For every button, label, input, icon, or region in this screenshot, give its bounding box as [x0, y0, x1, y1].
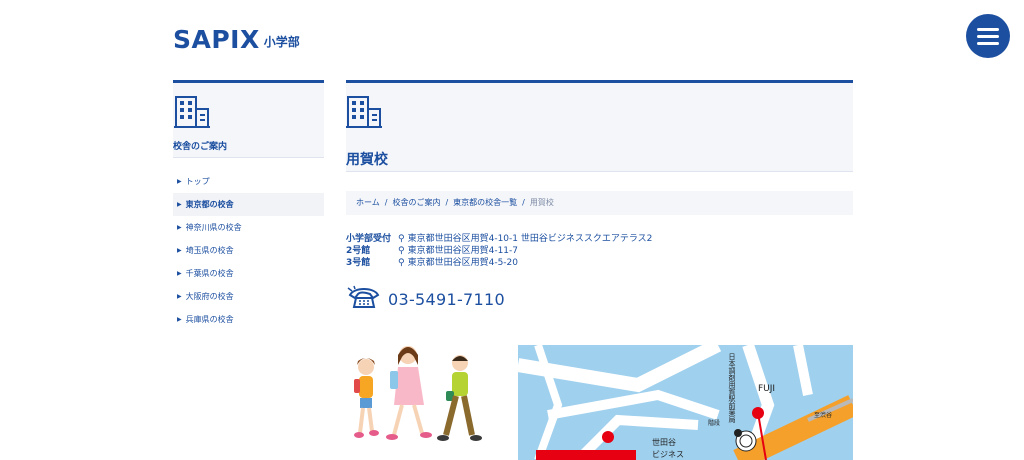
breadcrumb-schools[interactable]: 校舎のご案内	[392, 191, 440, 215]
sidebar-item-kanagawa[interactable]: ▶ 神奈川県の校舎	[173, 216, 324, 239]
map-pin-icon: ⚲	[398, 258, 405, 268]
building-icon	[346, 96, 382, 128]
sidebar-item-label: トップ	[185, 177, 210, 186]
map-label-shibuya: 至渋谷	[814, 411, 832, 419]
address-value: 東京都世田谷区用賀4-5-20	[407, 258, 518, 268]
address-label: 小学部受付	[346, 234, 392, 244]
triangle-right-icon: ▶	[177, 270, 182, 277]
address-label: 2号館	[346, 246, 371, 256]
phone-contact[interactable]: 03-5491-7110	[346, 285, 853, 313]
map-label-building-2: ビジネス	[652, 450, 684, 459]
menu-line	[977, 34, 999, 38]
address-row: 小学部受付 ⚲ 東京都世田谷区用賀4-10-1 世田谷ビジネススクエアテラス2	[346, 233, 853, 245]
triangle-right-icon: ▶	[177, 247, 182, 254]
main-header: 用賀校	[346, 80, 853, 172]
sidebar-item-label: 埼玉県の校舎	[185, 246, 234, 255]
triangle-right-icon: ▶	[177, 293, 182, 300]
sidebar-nav: ▶ トップ ▶ 東京都の校舎 ▶ 神奈川県の校舎 ▶ 埼玉県の校舎 ▶ 千葉県の校舎 ▶ 大…	[173, 170, 324, 331]
address-label: 3号館	[346, 258, 371, 268]
breadcrumb-tokyo-list[interactable]: 東京都の校舎一覧	[453, 191, 517, 215]
children-walking-illustration	[354, 346, 482, 441]
breadcrumb-separator: /	[445, 198, 449, 207]
logo-mark: SAPIX	[173, 25, 260, 54]
triangle-right-icon: ▶	[177, 178, 182, 185]
triangle-right-icon: ▶	[177, 316, 182, 323]
telephone-icon	[347, 285, 380, 308]
sapix-logo[interactable]: SAPIX 小学部	[173, 26, 300, 54]
sidebar-item-label: 兵庫県の校舎	[185, 315, 234, 324]
map-label-building: 世田谷	[652, 437, 676, 447]
breadcrumb: ホーム / 校舎のご案内 / 東京都の校舎一覧 / 用賀校	[346, 191, 853, 215]
map-label-fuji: FUJI	[758, 384, 775, 394]
sidebar-item-saitama[interactable]: ▶ 埼玉県の校舎	[173, 239, 324, 262]
address-row: 2号館 ⚲ 東京都世田谷区用賀4-11-7	[346, 245, 853, 257]
access-map[interactable]: 日本調剤用賀駅前薬局 FUJI 階段 至渋谷 世田谷 ビジネス	[518, 345, 853, 460]
building-icon	[174, 96, 210, 128]
menu-line	[977, 41, 999, 45]
page-title: 用賀校	[346, 152, 388, 168]
logo-subtitle: 小学部	[263, 35, 300, 49]
hamburger-menu-icon[interactable]	[966, 14, 1010, 58]
breadcrumb-separator: /	[384, 198, 388, 207]
sidebar-item-label: 東京都の校舎	[185, 200, 234, 209]
address-link[interactable]: ⚲ 東京都世田谷区用賀4-11-7	[398, 245, 518, 257]
address-value: 東京都世田谷区用賀4-11-7	[407, 246, 518, 256]
sidebar-item-label: 大阪府の校舎	[185, 292, 234, 301]
map-label-pharmacy: 日本調剤用賀駅前薬局	[728, 353, 736, 424]
sidebar-item-label: 千葉県の校舎	[185, 269, 234, 278]
sidebar: 校舎のご案内 ▶ トップ ▶ 東京都の校舎 ▶ 神奈川県の校舎 ▶ 埼玉県の校舎 ▶ 千葉…	[173, 80, 324, 331]
map-label-stairs: 階段	[708, 419, 720, 427]
sidebar-item-top[interactable]: ▶ トップ	[173, 170, 324, 193]
breadcrumb-current: 用賀校	[529, 198, 554, 207]
map-pin-icon: ⚲	[398, 246, 405, 256]
triangle-right-icon: ▶	[177, 201, 182, 208]
address-row: 3号館 ⚲ 東京都世田谷区用賀4-5-20	[346, 257, 853, 269]
address-list: 小学部受付 ⚲ 東京都世田谷区用賀4-10-1 世田谷ビジネススクエアテラス2 2…	[346, 233, 853, 269]
triangle-right-icon: ▶	[177, 224, 182, 231]
breadcrumb-separator: /	[522, 198, 525, 207]
sidebar-item-label: 神奈川県の校舎	[185, 223, 242, 232]
sidebar-item-osaka[interactable]: ▶ 大阪府の校舎	[173, 285, 324, 308]
sidebar-header: 校舎のご案内	[173, 80, 324, 158]
address-link[interactable]: ⚲ 東京都世田谷区用賀4-5-20	[398, 257, 518, 269]
phone-number: 03-5491-7110	[388, 289, 505, 309]
sidebar-item-chiba[interactable]: ▶ 千葉県の校舎	[173, 262, 324, 285]
sidebar-item-hyogo[interactable]: ▶ 兵庫県の校舎	[173, 308, 324, 331]
main-content: 用賀校 ホーム / 校舎のご案内 / 東京都の校舎一覧 / 用賀校 小学部受付 …	[346, 80, 853, 313]
map-pin-icon: ⚲	[398, 234, 405, 244]
menu-line	[977, 27, 999, 31]
sidebar-title: 校舎のご案内	[173, 142, 228, 152]
sidebar-item-tokyo[interactable]: ▶ 東京都の校舎	[173, 193, 324, 216]
breadcrumb-home[interactable]: ホーム	[356, 191, 380, 215]
map-drawing: 日本調剤用賀駅前薬局 FUJI 階段 至渋谷 世田谷 ビジネス	[518, 345, 853, 460]
address-link[interactable]: ⚲ 東京都世田谷区用賀4-10-1 世田谷ビジネススクエアテラス2	[398, 233, 652, 245]
address-value: 東京都世田谷区用賀4-10-1 世田谷ビジネススクエアテラス2	[407, 234, 653, 244]
